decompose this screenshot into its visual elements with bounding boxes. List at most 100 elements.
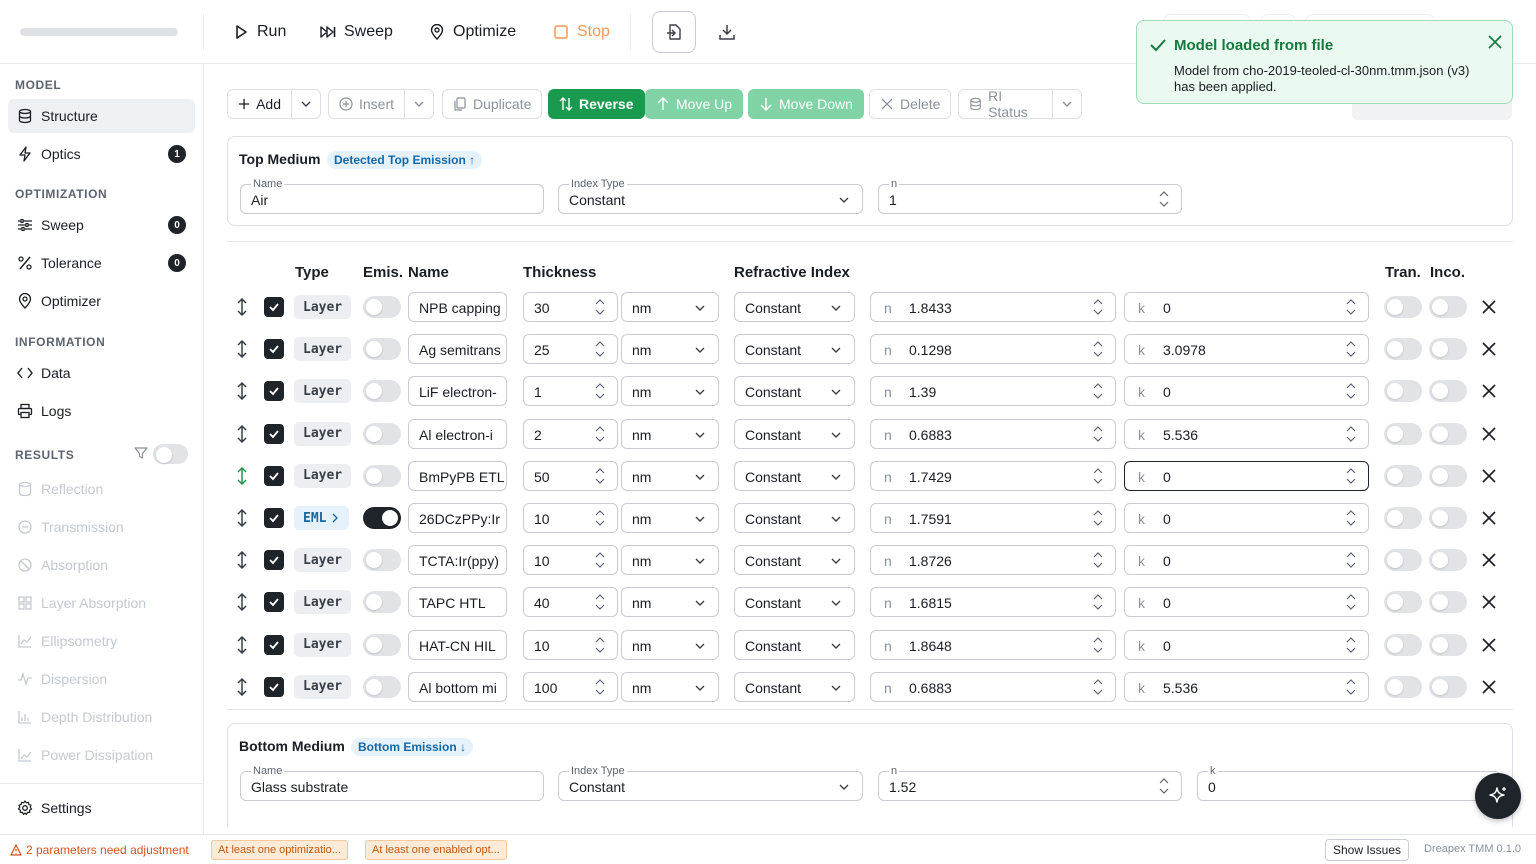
n-input[interactable]: n 1.7429 — [870, 460, 1116, 491]
stepper-icon[interactable] — [1093, 677, 1103, 697]
close-icon[interactable] — [1482, 469, 1496, 483]
close-icon[interactable] — [1482, 638, 1496, 652]
parameter-warning[interactable]: 2 parameters need adjustment — [10, 843, 189, 857]
stepper-icon[interactable] — [595, 424, 605, 444]
transmission-toggle[interactable] — [1384, 591, 1422, 614]
k-input[interactable]: k0 — [1124, 460, 1369, 491]
ri-type-select[interactable]: Constant — [734, 545, 855, 576]
stepper-icon[interactable] — [595, 297, 605, 317]
k-input[interactable]: k 3.0978 — [1124, 334, 1369, 365]
stepper-icon[interactable] — [1346, 677, 1356, 697]
sidebar-item-optimizer[interactable]: Optimizer — [8, 284, 195, 318]
stepper-icon[interactable] — [1093, 424, 1103, 444]
duplicate-button[interactable]: Duplicate — [442, 89, 543, 119]
n-input[interactable]: n 1.39 — [870, 376, 1116, 407]
thickness-unit-select[interactable]: nm — [621, 460, 719, 491]
move-up-button[interactable]: Move Up — [645, 89, 744, 119]
layer-enabled-checkbox[interactable] — [264, 634, 284, 655]
k-input[interactable]: k0 — [1124, 545, 1369, 576]
close-icon[interactable] — [1482, 384, 1496, 398]
stepper-icon[interactable] — [595, 466, 605, 486]
emission-toggle[interactable] — [363, 296, 401, 318]
transmission-toggle[interactable] — [1384, 338, 1422, 361]
thickness-unit-select[interactable]: nm — [621, 292, 719, 322]
emission-toggle[interactable] — [363, 549, 401, 572]
ri-type-select[interactable]: Constant — [734, 629, 855, 660]
thickness-input[interactable]: 1 — [523, 376, 618, 407]
add-dropdown-button[interactable] — [291, 89, 321, 119]
n-input[interactable]: n 0.1298 — [870, 334, 1116, 365]
stepper-icon[interactable] — [1093, 297, 1103, 317]
delete-button[interactable]: Delete — [869, 89, 952, 119]
incoherent-toggle[interactable] — [1429, 296, 1467, 318]
layer-name-input[interactable]: Al bottom mi — [408, 671, 507, 702]
thickness-input[interactable]: 10 — [523, 545, 618, 576]
emission-toggle[interactable] — [363, 675, 401, 698]
n-input[interactable]: n 0.6883 — [870, 671, 1116, 702]
incoherent-toggle[interactable] — [1429, 633, 1467, 656]
n-input[interactable]: n 1.8726 — [870, 545, 1116, 576]
ri-type-select[interactable]: Constant — [734, 587, 855, 618]
emission-toggle[interactable] — [363, 633, 401, 656]
sidebar-item-reflection[interactable]: Reflection — [8, 472, 195, 506]
drag-handle-icon[interactable] — [235, 340, 249, 359]
close-icon[interactable] — [1488, 35, 1502, 49]
layer-enabled-checkbox[interactable] — [264, 550, 284, 571]
top-medium-index-type-select[interactable]: Index Type Constant — [558, 177, 863, 214]
add-button[interactable]: Add — [227, 89, 292, 119]
k-input[interactable]: k 5.536 — [1124, 418, 1369, 449]
close-icon[interactable] — [1482, 680, 1496, 694]
n-input[interactable]: n 1.8648 — [870, 629, 1116, 660]
ri-type-select[interactable]: Constant — [734, 376, 855, 407]
stepper-icon[interactable] — [1093, 339, 1103, 359]
stepper-icon[interactable] — [595, 508, 605, 528]
drag-handle-icon[interactable] — [235, 593, 249, 612]
stepper-icon[interactable] — [595, 592, 605, 612]
incoherent-toggle[interactable] — [1429, 507, 1467, 529]
thickness-unit-select[interactable]: nm — [621, 334, 719, 365]
issue-chip[interactable]: At least one enabled opt... — [365, 840, 507, 860]
ri-type-select[interactable]: Constant — [734, 671, 855, 702]
stepper-icon[interactable] — [1346, 550, 1356, 570]
drag-handle-icon[interactable] — [235, 677, 249, 696]
results-filter-toggle[interactable] — [153, 444, 188, 464]
thickness-input[interactable]: 10 — [523, 503, 618, 533]
layer-name-input[interactable]: LiF electron- — [408, 376, 507, 407]
stepper-icon[interactable] — [1093, 550, 1103, 570]
transmission-toggle[interactable] — [1384, 380, 1422, 403]
transmission-toggle[interactable] — [1384, 633, 1422, 656]
layer-name-input[interactable]: BmPyPB ETL — [408, 460, 507, 491]
sidebar-item-structure[interactable]: Structure — [8, 99, 195, 133]
optimize-button[interactable]: Optimize — [429, 20, 516, 44]
sidebar-item-absorption[interactable]: Absorption — [8, 548, 195, 582]
layer-enabled-checkbox[interactable] — [264, 592, 284, 613]
ri-type-select[interactable]: Constant — [734, 418, 855, 449]
insert-dropdown-button[interactable] — [404, 89, 434, 119]
stepper-icon[interactable] — [1093, 466, 1103, 486]
close-icon[interactable] — [1482, 427, 1496, 441]
transmission-toggle[interactable] — [1384, 549, 1422, 572]
stepper-icon[interactable] — [1093, 381, 1103, 401]
thickness-input[interactable]: 25 — [523, 334, 618, 365]
close-icon[interactable] — [1482, 553, 1496, 567]
close-icon[interactable] — [1482, 342, 1496, 356]
layer-enabled-checkbox[interactable] — [264, 508, 284, 528]
thickness-unit-select[interactable]: nm — [621, 545, 719, 576]
layer-type-chip[interactable]: EML — [294, 506, 350, 530]
layer-name-input[interactable]: 26DCzPPy:Ir — [408, 503, 507, 533]
thickness-unit-select[interactable]: nm — [621, 629, 719, 660]
layer-enabled-checkbox[interactable] — [264, 465, 284, 486]
k-input[interactable]: k 5.536 — [1124, 671, 1369, 702]
layer-enabled-checkbox[interactable] — [264, 423, 284, 444]
n-input[interactable]: n 1.8433 — [870, 292, 1116, 322]
ri-status-dropdown-button[interactable] — [1052, 89, 1082, 119]
incoherent-toggle[interactable] — [1429, 464, 1467, 487]
layer-name-input[interactable]: NPB capping — [408, 292, 507, 322]
ri-type-select[interactable]: Constant — [734, 460, 855, 491]
close-icon[interactable] — [1482, 511, 1496, 525]
stepper-icon[interactable] — [1346, 424, 1356, 444]
stepper-icon[interactable] — [1346, 339, 1356, 359]
sidebar-item-settings[interactable]: Settings — [8, 792, 92, 824]
layer-name-input[interactable]: TAPC HTL — [408, 587, 507, 618]
sidebar-item-data[interactable]: Data — [8, 356, 195, 390]
